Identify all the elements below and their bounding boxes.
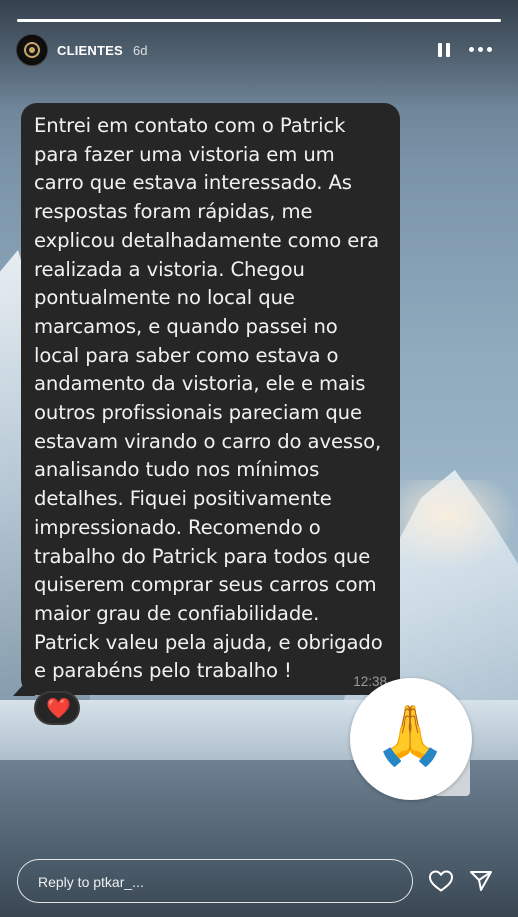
story-progress-fill [17, 19, 501, 22]
message-reaction[interactable]: ❤️ [34, 691, 80, 725]
story-progress-bar [17, 19, 501, 22]
reply-input[interactable] [36, 870, 390, 894]
reply-bar[interactable] [17, 859, 413, 903]
more-dots-icon[interactable] [469, 42, 493, 58]
pray-hands-icon: 🙏 [374, 701, 447, 769]
avatar[interactable] [16, 34, 48, 66]
heart-reaction-icon: ❤️ [46, 696, 71, 720]
pray-sticker[interactable]: 🙏 [350, 678, 472, 800]
message-text: Entrei em contato com o Patrick para faz… [34, 114, 383, 683]
heart-icon[interactable] [428, 869, 454, 893]
story-header: CLIENTES 6d [16, 34, 502, 68]
sticker-circle: 🙏 [350, 678, 472, 800]
post-time: 6d [133, 43, 148, 58]
send-icon[interactable] [468, 868, 494, 894]
pause-icon[interactable] [436, 42, 452, 58]
message-bubble: Entrei em contato com o Patrick para faz… [21, 103, 400, 695]
avatar-logo-dot [29, 47, 35, 53]
username[interactable]: CLIENTES [57, 43, 123, 58]
sunlight-glow [400, 480, 518, 570]
